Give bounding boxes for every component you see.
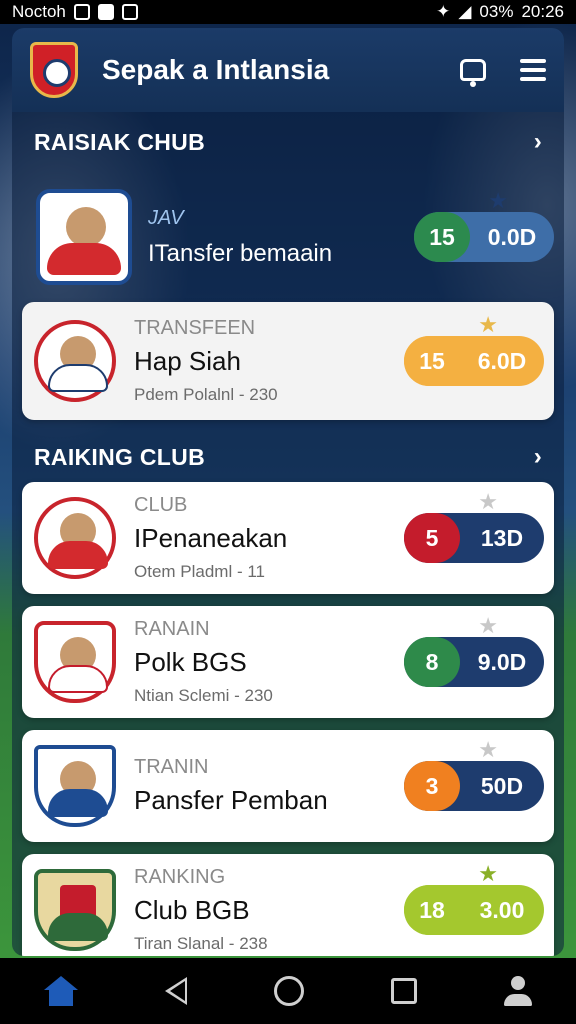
- signal-icon: ◢: [458, 2, 472, 21]
- maps-icon: [97, 4, 114, 20]
- list-item[interactable]: CLUB IPenaneakan Otem Pladml - 11 ★ 5 13…: [22, 482, 554, 594]
- chevron-right-icon[interactable]: ›: [534, 128, 542, 156]
- item-name: IPenaneakan: [134, 523, 288, 553]
- bottom-nav: [0, 958, 576, 1024]
- item-subtitle: Pdem Polalnl - 230: [134, 385, 278, 404]
- score-left: 5: [404, 513, 460, 563]
- back-icon[interactable]: [164, 977, 187, 1005]
- item-subtitle: Tiran Slanal - 238: [134, 934, 268, 953]
- list-item[interactable]: TRANIN Pansfer Pemban ★ 3 50D: [22, 730, 554, 842]
- wifi-icon: ✦: [436, 2, 451, 21]
- star-icon: ★: [478, 312, 498, 337]
- recents-icon[interactable]: [391, 978, 418, 1004]
- score-pill[interactable]: ★ 15 6.0D: [404, 314, 544, 386]
- bell-icon[interactable]: [460, 59, 486, 87]
- home-circle-icon[interactable]: [273, 976, 304, 1006]
- item-name: Hap Siah: [134, 346, 241, 376]
- item-name: Club BGB: [134, 895, 250, 925]
- player-avatar: [34, 745, 116, 827]
- feature-name: ITansfer bemaain: [148, 239, 333, 267]
- item-name: Polk BGS: [134, 647, 247, 677]
- list-item[interactable]: TRANSFEEN Hap Siah Pdem Polalnl - 230 ★ …: [22, 302, 554, 420]
- section-header-ranking[interactable]: RAIKING CLUB ›: [12, 432, 564, 482]
- player-avatar: [36, 189, 132, 285]
- club-crest-logo: [30, 42, 78, 98]
- score-left: 15: [404, 336, 460, 386]
- item-category: RANAIN: [134, 618, 210, 640]
- notification-icon: [73, 4, 90, 20]
- item-name: Pansfer Pemban: [134, 785, 328, 815]
- section-header-top[interactable]: RAISIAK CHUB ›: [12, 112, 564, 172]
- score-left: 15: [414, 212, 470, 262]
- app-window: Sepak a Intlansia RAISIAK CHUB › JAV ITa…: [12, 28, 564, 956]
- item-category: TRANSFEEN: [134, 317, 256, 339]
- battery-label: 03%: [479, 2, 514, 21]
- section-title: RAIKING CLUB: [34, 443, 205, 470]
- score-left: 3: [404, 761, 460, 811]
- player-avatar: [34, 621, 116, 703]
- app-header: Sepak a Intlansia: [12, 28, 564, 112]
- star-icon: ★: [478, 489, 498, 514]
- item-subtitle: Ntian Sclemi - 230: [134, 686, 273, 705]
- list-item[interactable]: RANKING Club BGB Tiran Slanal - 238 ★ 18…: [22, 854, 554, 956]
- app-title: Sepak a Intlansia: [102, 54, 330, 85]
- club-crest-avatar: [34, 869, 116, 951]
- item-category: CLUB: [134, 494, 188, 516]
- list-item[interactable]: RANAIN Polk BGS Ntian Sclemi - 230 ★ 8 9…: [22, 606, 554, 718]
- score-pill[interactable]: ★ 3 50D: [404, 739, 544, 811]
- item-category: RANKING: [134, 866, 226, 888]
- player-avatar: [34, 320, 116, 402]
- score-left: 8: [404, 637, 460, 687]
- star-icon: ★: [478, 613, 498, 638]
- chevron-right-icon[interactable]: ›: [534, 443, 542, 471]
- score-pill[interactable]: ★ 15 0.0D: [414, 190, 554, 262]
- item-subtitle: Otem Pladml - 11: [134, 562, 266, 581]
- menu-icon[interactable]: [520, 59, 546, 81]
- home-icon[interactable]: [43, 976, 78, 1006]
- score-pill[interactable]: ★ 8 9.0D: [404, 615, 544, 687]
- score-right: 3.00: [479, 896, 525, 923]
- star-icon: ★: [478, 737, 498, 762]
- carrier-label: Noctoh: [12, 2, 66, 21]
- item-category: TRANIN: [134, 756, 209, 778]
- score-right: 13D: [480, 524, 524, 551]
- featured-transfer[interactable]: JAV ITansfer bemaain ★ 15 0.0D: [12, 172, 564, 302]
- star-icon: ★: [478, 861, 498, 886]
- score-right: 50D: [480, 772, 524, 799]
- section-title: RAISIAK CHUB: [34, 128, 205, 155]
- score-right: 0.0D: [487, 223, 537, 250]
- time-label: 20:26: [521, 2, 564, 21]
- score-right: 9.0D: [477, 648, 527, 675]
- score-pill[interactable]: ★ 18 3.00: [404, 863, 544, 935]
- score-left: 18: [404, 885, 460, 935]
- status-bar: Noctoh ✦ ◢ 03% 20:26: [0, 0, 576, 24]
- profile-icon[interactable]: [504, 976, 533, 1006]
- score-right: 6.0D: [477, 347, 527, 374]
- gallery-icon: [121, 4, 138, 20]
- star-icon: ★: [488, 188, 508, 213]
- score-pill[interactable]: ★ 5 13D: [404, 491, 544, 563]
- feature-tag: JAV: [148, 206, 184, 229]
- player-avatar: [34, 497, 116, 579]
